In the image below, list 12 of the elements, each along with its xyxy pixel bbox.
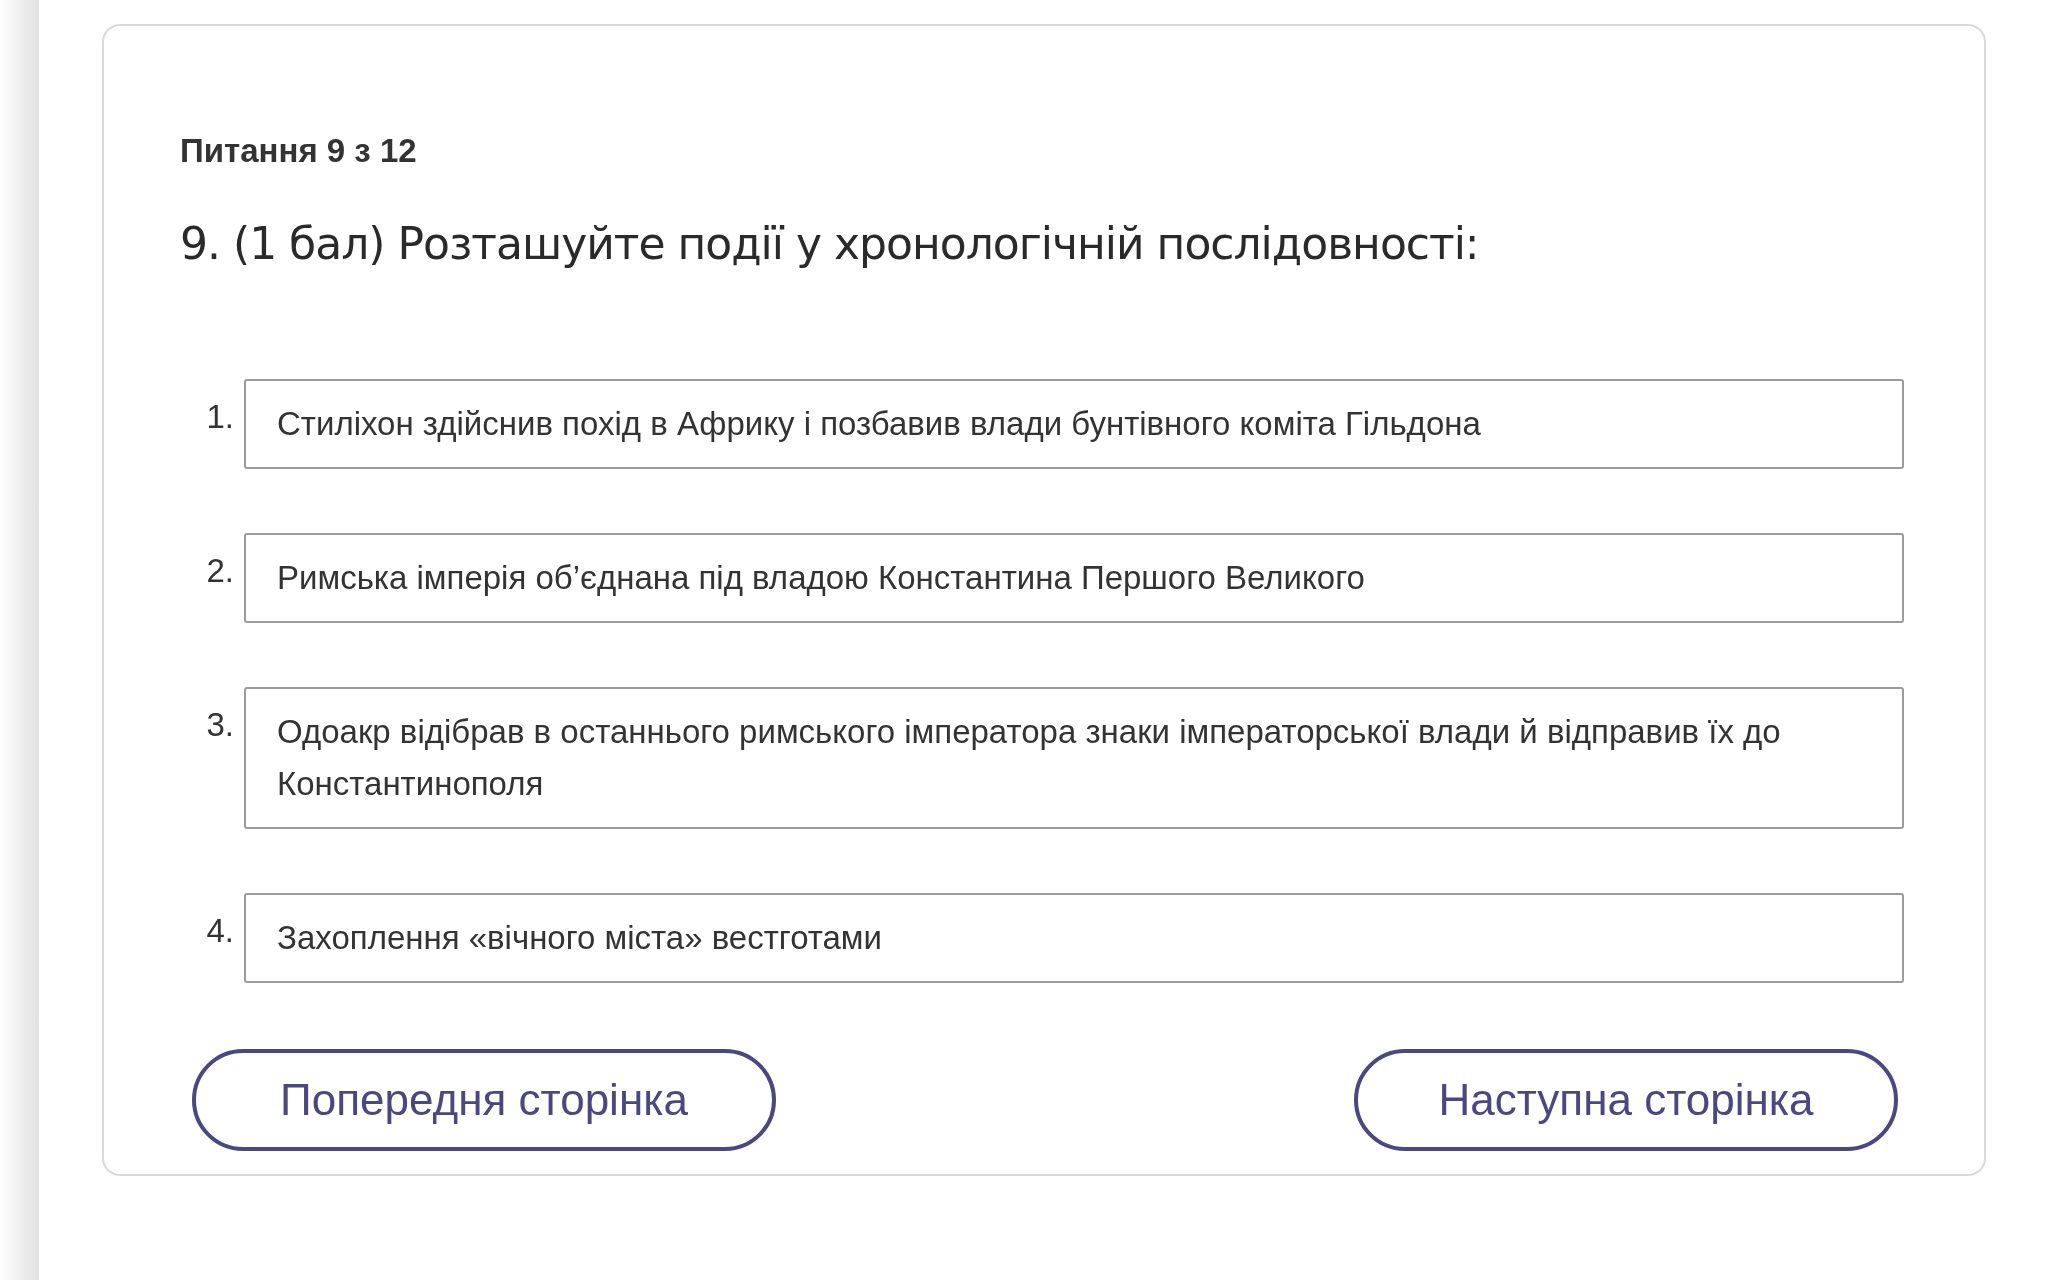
previous-page-button[interactable]: Попередня сторінка — [192, 1049, 776, 1151]
question-counter: Питання 9 з 12 — [180, 132, 418, 170]
item-number: 2. — [205, 551, 234, 590]
question-text: 9. (1 бал) Розташуйте події у хронологічній послідовності: — [180, 218, 1480, 269]
sortable-item[interactable]: Стиліхон здійснив похід в Африку і позбавив влади бунтівного коміта Гільдона — [244, 379, 1904, 469]
sortable-item[interactable]: Захоплення «вічного міста» вестготами — [244, 893, 1904, 983]
item-number: 4. — [205, 911, 234, 950]
item-number: 3. — [205, 705, 234, 744]
next-page-button[interactable]: Наступна сторінка — [1354, 1049, 1898, 1151]
sortable-item[interactable]: Одоакр відібрав в останнього римського імператора знаки імператорської влади й відправив їх до Константинополя — [244, 687, 1904, 829]
sortable-item[interactable]: Римська імперія об’єднана під владою Константина Першого Великого — [244, 533, 1904, 623]
item-number: 1. — [205, 397, 234, 436]
